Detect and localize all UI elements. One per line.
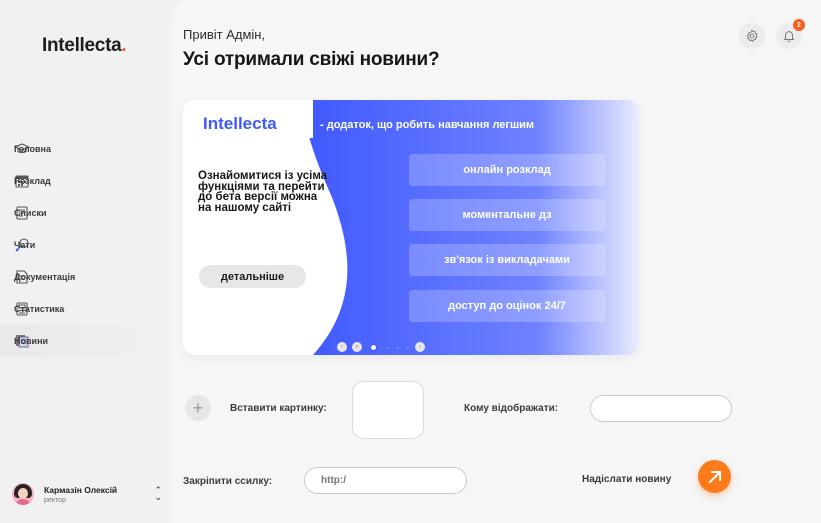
insert-image-label: Вставити картинку:	[230, 403, 327, 414]
carousel-dot-active[interactable]	[370, 343, 377, 351]
sidebar-item-label: Головна	[14, 144, 51, 154]
banner-brand: Intellecta	[203, 114, 277, 133]
app: Intellecta. Головна Розклад Списки Чати …	[0, 0, 821, 523]
feature-instant-homework: моментальне дз	[409, 199, 605, 231]
link-input[interactable]	[304, 467, 467, 494]
logo-text: Intellecta	[42, 35, 122, 56]
promo-banner[interactable]: Intellecta - додаток, що робить навчання…	[183, 100, 639, 355]
sidebar: Intellecta. Головна Розклад Списки Чати …	[0, 0, 172, 523]
notification-badge: 2	[793, 19, 805, 31]
gear-icon	[746, 29, 758, 42]
sidebar-item-label: Новини	[14, 336, 49, 346]
carousel-dot[interactable]: ⌄	[405, 344, 410, 351]
logo-dot: .	[121, 35, 127, 56]
audience-label: Кому відображати:	[464, 403, 559, 414]
user-role: ректор	[44, 496, 66, 504]
notifications-button[interactable]: 2	[776, 19, 805, 49]
feature-teacher-contact: зв'язок із викладачами	[409, 244, 605, 276]
greeting: Привіт Адмін,	[183, 27, 266, 42]
carousel-dot[interactable]: ⌄	[395, 344, 400, 351]
feature-online-schedule: онлайн розклад	[409, 154, 605, 186]
sidebar-item-schedule[interactable]: Розклад	[0, 165, 172, 197]
sidebar-item-label: Чати	[14, 240, 36, 250]
send-news-label: Надіслати новину	[582, 474, 672, 485]
image-upload-box[interactable]	[352, 381, 424, 439]
page-title: Усі отримали свіжі новини?	[183, 49, 440, 70]
user-profile[interactable]: Кармазін Олексій ректор ⌃ ⌄	[12, 479, 172, 509]
sidebar-item-documentation[interactable]: Документація	[0, 261, 172, 293]
settings-button[interactable]	[739, 23, 765, 49]
sidebar-nav: Головна Розклад Списки Чати Документація…	[0, 133, 172, 357]
main-panel: Привіт Адмін, Усі отримали свіжі новини?…	[172, 0, 821, 523]
sidebar-item-label: Статистика	[14, 304, 65, 314]
sidebar-item-label: Розклад	[14, 176, 51, 186]
plus-icon: +	[192, 397, 204, 418]
carousel-dot[interactable]: ⌄	[385, 344, 390, 351]
sidebar-item-statistics[interactable]: Статистика	[0, 293, 172, 325]
bell-icon	[783, 31, 795, 42]
audience-input[interactable]	[590, 395, 732, 422]
sidebar-item-home[interactable]: Головна	[0, 133, 172, 165]
carousel-next-button[interactable]: ›	[415, 342, 426, 352]
feature-grades-access: доступ до оцінок 24/7	[409, 290, 605, 322]
avatar	[12, 483, 34, 505]
sidebar-item-news[interactable]: Новини	[0, 325, 172, 357]
arrow-up-right-icon	[708, 470, 721, 483]
sidebar-item-label: Списки	[14, 208, 47, 218]
carousel-prev-button[interactable]: ‹	[337, 342, 347, 352]
sidebar-item-chats[interactable]: Чати	[0, 229, 172, 261]
sidebar-item-lists[interactable]: Списки	[0, 197, 172, 229]
carousel-pagination: ‹ « ⌄ ⌄ ⌄ ›	[337, 340, 426, 354]
chevron-up-down-icon[interactable]: ⌃ ⌄	[154, 486, 162, 502]
banner-tagline: - додаток, що робить навчання легшим	[320, 119, 535, 131]
sidebar-item-label: Документація	[14, 272, 76, 282]
link-label: Закріпити ссилку:	[183, 476, 273, 487]
details-button[interactable]: детальніше	[199, 265, 306, 288]
logo: Intellecta.	[42, 35, 127, 57]
user-info: Кармазін Олексій ректор	[44, 485, 117, 504]
banner-description: Ознайомитися із усіма функціями та перей…	[198, 170, 328, 214]
send-news-button[interactable]	[698, 460, 731, 493]
user-name: Кармазін Олексій	[44, 484, 118, 495]
carousel-first-button[interactable]: «	[352, 342, 362, 352]
add-button[interactable]: +	[185, 395, 211, 421]
